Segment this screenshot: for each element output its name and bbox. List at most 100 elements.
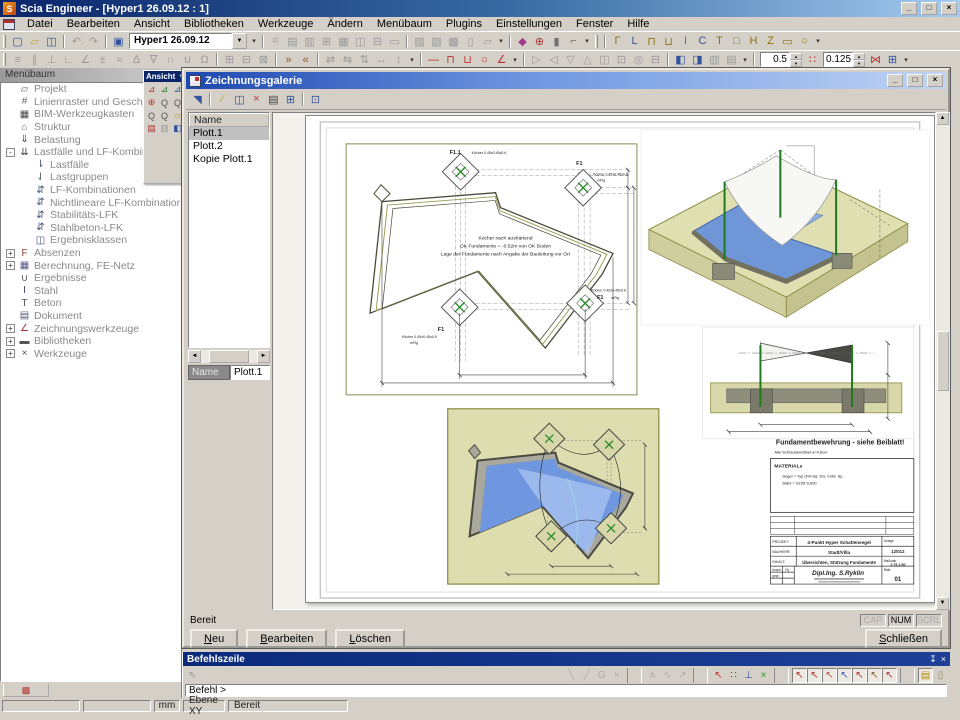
vert-icon[interactable]: ↕ — [390, 52, 407, 68]
export-plot-icon[interactable]: ⊞ — [282, 91, 299, 107]
menu-hilfe[interactable]: Hilfe — [620, 18, 656, 30]
gallery-close-button[interactable]: × — [927, 74, 943, 87]
snap-perp-icon[interactable]: ↖ — [882, 668, 897, 683]
tree-expander[interactable]: + — [6, 261, 15, 270]
a-caret[interactable]: ▾ — [407, 52, 417, 68]
profile-c-icon[interactable]: C — [694, 33, 711, 49]
scroll-up-button[interactable]: ▲ — [936, 112, 949, 125]
opening-icon[interactable]: ≈ — [111, 52, 128, 68]
menu-fenster[interactable]: Fenster — [569, 18, 620, 30]
minimize-button[interactable]: _ — [901, 2, 917, 15]
tree-expander[interactable]: + — [6, 249, 15, 258]
profile-h-icon[interactable]: H — [745, 33, 762, 49]
backward-icon[interactable]: « — [297, 52, 314, 68]
tree-item-ergebnisklassen[interactable]: ◫ Ergebnisklassen — [1, 234, 180, 247]
menu-menuebaum[interactable]: Menübaum — [370, 18, 439, 30]
menu-bearbeiten[interactable]: Bearbeiten — [60, 18, 127, 30]
bearbeiten-button[interactable]: Bearbeiten — [246, 629, 327, 648]
beam-icon[interactable]: ≡ — [9, 52, 26, 68]
profile-t-icon[interactable]: T — [711, 33, 728, 49]
units-indicator[interactable]: mm — [154, 700, 180, 712]
copy-icon[interactable]: ▤ — [284, 33, 301, 49]
arc-icon[interactable]: ∇ — [145, 52, 162, 68]
tree-item-ergebnisse[interactable]: ∪ Ergebnisse — [1, 272, 180, 285]
mid-caret[interactable]: ▾ — [496, 33, 506, 49]
fill-icon[interactable]: ▤ — [723, 52, 740, 68]
toolbar-grip[interactable] — [3, 35, 6, 48]
precision-spin-down[interactable]: ▼ — [853, 60, 865, 67]
haunch-icon[interactable]: ± — [94, 52, 111, 68]
property-name-value[interactable]: Plott.1 — [230, 365, 270, 380]
plot-list-hscrollbar[interactable]: ◄ ► — [188, 350, 270, 363]
gallery-titlebar[interactable]: Zeichnungsgalerie _ □ × — [186, 72, 946, 89]
redo-icon[interactable]: ↷ — [85, 33, 102, 49]
menu-bibliotheken[interactable]: Bibliotheken — [177, 18, 251, 30]
swap-icon[interactable]: ⇄ — [322, 52, 339, 68]
zoom-out-icon[interactable]: Q — [145, 109, 158, 122]
snap-ortho-icon[interactable]: ↖ — [837, 668, 852, 683]
horiz-icon[interactable]: ↔ — [373, 52, 390, 68]
menu-aendern[interactable]: Ändern — [320, 18, 369, 30]
profiles-caret[interactable]: ▾ — [813, 33, 823, 49]
document-icon[interactable]: ◫ — [352, 33, 369, 49]
profile-z-icon[interactable]: Z — [762, 33, 779, 49]
open-icon[interactable]: ▱ — [26, 33, 43, 49]
edit-plot-icon[interactable]: ∕ — [214, 91, 231, 107]
edit-down-icon[interactable]: ▽ — [562, 52, 579, 68]
edit-up-icon[interactable]: △ — [579, 52, 596, 68]
vertex-icon[interactable]: ∧ — [645, 668, 660, 683]
send-to-gallery-icon[interactable]: ◥ — [189, 91, 206, 107]
menu-werkzeuge[interactable]: Werkzeuge — [251, 18, 320, 30]
clipboard-icon[interactable]: ⌗ — [267, 33, 284, 49]
snap-intersect-icon[interactable]: ↖ — [852, 668, 867, 683]
view-front-icon[interactable]: ◧ — [672, 52, 689, 68]
mesh-icon[interactable]: ▨ — [428, 33, 445, 49]
project-combobox[interactable]: Hyper1 26.09.12 ▼ — [129, 33, 247, 49]
ortho-icon[interactable]: × — [756, 668, 771, 683]
scale-spin-down[interactable]: ▼ — [790, 60, 802, 67]
vscroll-thumb[interactable] — [937, 331, 949, 391]
node-icon[interactable]: ∆ — [128, 52, 145, 68]
project-combo-value[interactable]: Hyper1 26.09.12 — [129, 33, 232, 49]
plane-indicator[interactable]: Ebene XY — [183, 700, 225, 712]
view-load-icon[interactable]: ▥ — [158, 122, 171, 135]
edit-next-icon[interactable]: ▷ — [528, 52, 545, 68]
menu-einstellungen[interactable]: Einstellungen — [489, 18, 569, 30]
befehlszeile-titlebar[interactable]: Befehlszeile ↧ × — [183, 652, 950, 666]
plate-icon[interactable]: ⊥ — [43, 52, 60, 68]
profile-angle2-icon[interactable]: L — [626, 33, 643, 49]
tree-item-berechnung[interactable]: + ▦ Berechnung, FE-Netz — [1, 259, 180, 272]
close-button[interactable]: × — [941, 2, 957, 15]
layout-icon[interactable]: ⊟ — [369, 33, 386, 49]
profile-box-icon[interactable]: □ — [728, 33, 745, 49]
zoom-window-icon[interactable]: Q — [158, 109, 171, 122]
gallery-minimize-button[interactable]: _ — [887, 74, 903, 87]
t2-caret[interactable]: ▾ — [901, 52, 911, 68]
new-icon[interactable]: ▢ — [9, 33, 26, 49]
profile-u-icon[interactable]: ⊓ — [643, 33, 660, 49]
tree-expander[interactable]: - — [6, 148, 15, 157]
tree-item-werkzeuge[interactable]: + × Werkzeuge — [1, 347, 180, 360]
print-icon[interactable]: ▭ — [386, 33, 403, 49]
profile-angle-icon[interactable]: Γ — [609, 33, 626, 49]
updown-icon[interactable]: ⇅ — [356, 52, 373, 68]
axo-view-icon[interactable]: ⊕ — [145, 96, 158, 109]
scale-spinbox[interactable]: 0.5 ▲ ▼ — [760, 52, 802, 67]
plot-list-header[interactable]: Name — [189, 113, 269, 127]
maximize-button[interactable]: □ — [921, 2, 937, 15]
scale-spin-up[interactable]: ▲ — [790, 53, 802, 60]
save-icon[interactable]: ◫ — [43, 33, 60, 49]
profile-u2-icon[interactable]: ⊔ — [660, 33, 677, 49]
gallery-row-plott2[interactable]: Plott.2 — [189, 140, 269, 153]
schliessen-button[interactable]: Schließen — [865, 629, 942, 648]
spline-icon[interactable]: ∪ — [179, 52, 196, 68]
profile-round-icon[interactable]: ○ — [796, 33, 813, 49]
menu-datei[interactable]: Datei — [20, 18, 60, 30]
coord-icon[interactable]: ⊞ — [884, 52, 901, 68]
delete-plot-icon[interactable]: × — [248, 91, 265, 107]
precision-spinbox[interactable]: 0.125 ▲ ▼ — [823, 52, 865, 67]
angle-snap-icon[interactable]: ⋈ — [867, 52, 884, 68]
label-icon[interactable]: ⊡ — [613, 52, 630, 68]
column-icon[interactable]: ∥ — [26, 52, 43, 68]
snap-tangent-icon[interactable]: ↖ — [867, 668, 882, 683]
